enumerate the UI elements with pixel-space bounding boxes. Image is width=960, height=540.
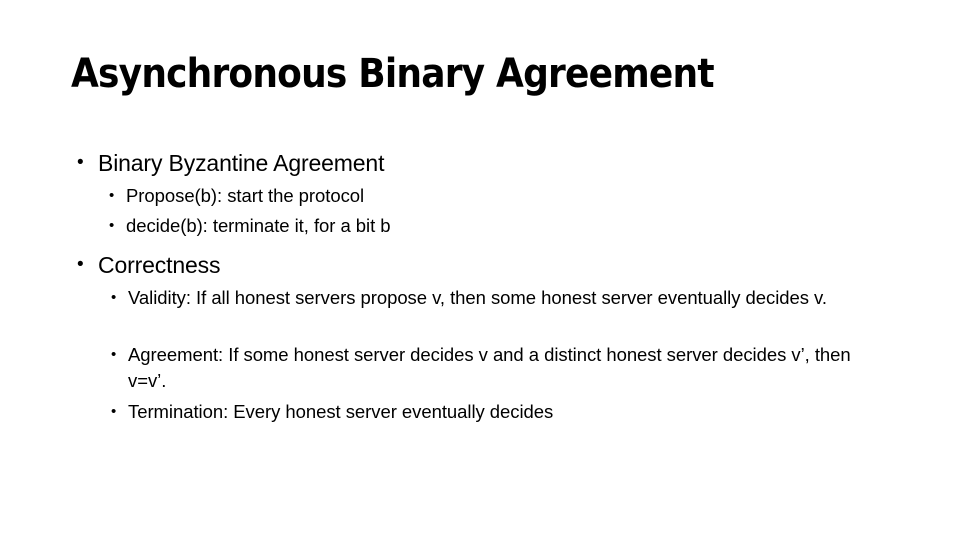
bullet-text: Termination: Every honest server eventua… — [128, 401, 554, 422]
bullet-point-icon: • — [77, 152, 84, 173]
bullet-item-correctness: • Correctness — [77, 250, 777, 280]
bullet-point-icon: • — [111, 289, 117, 306]
bullet-text: Correctness — [98, 252, 221, 278]
bullet-point-icon: • — [109, 217, 115, 234]
bullet-item-propose: • Propose(b): start the protocol — [109, 183, 809, 209]
bullet-item-validity: • Validity: If all honest servers propos… — [111, 285, 871, 311]
bullet-text: Binary Byzantine Agreement — [98, 150, 385, 176]
bullet-text: Propose(b): start the protocol — [126, 185, 365, 206]
bullet-point-icon: • — [111, 403, 117, 420]
bullet-point-icon: • — [77, 254, 84, 275]
bullet-point-icon: • — [111, 346, 117, 363]
bullet-text: Validity: If all honest servers propose … — [128, 287, 827, 308]
bullet-item-decide: • decide(b): terminate it, for a bit b — [109, 213, 809, 239]
bullet-point-icon: • — [109, 187, 115, 204]
slide-canvas: Asynchronous Binary Agreement • Binary B… — [0, 0, 960, 540]
bullet-text: decide(b): terminate it, for a bit b — [126, 215, 391, 236]
bullet-text: Agreement: If some honest server decides… — [128, 344, 851, 391]
bullet-item-agreement: • Agreement: If some honest server decid… — [111, 342, 851, 394]
bullet-item-termination: • Termination: Every honest server event… — [111, 399, 871, 425]
page-title: Asynchronous Binary Agreement — [71, 51, 715, 97]
bullet-item-binary-byzantine-agreement: • Binary Byzantine Agreement — [77, 148, 777, 178]
